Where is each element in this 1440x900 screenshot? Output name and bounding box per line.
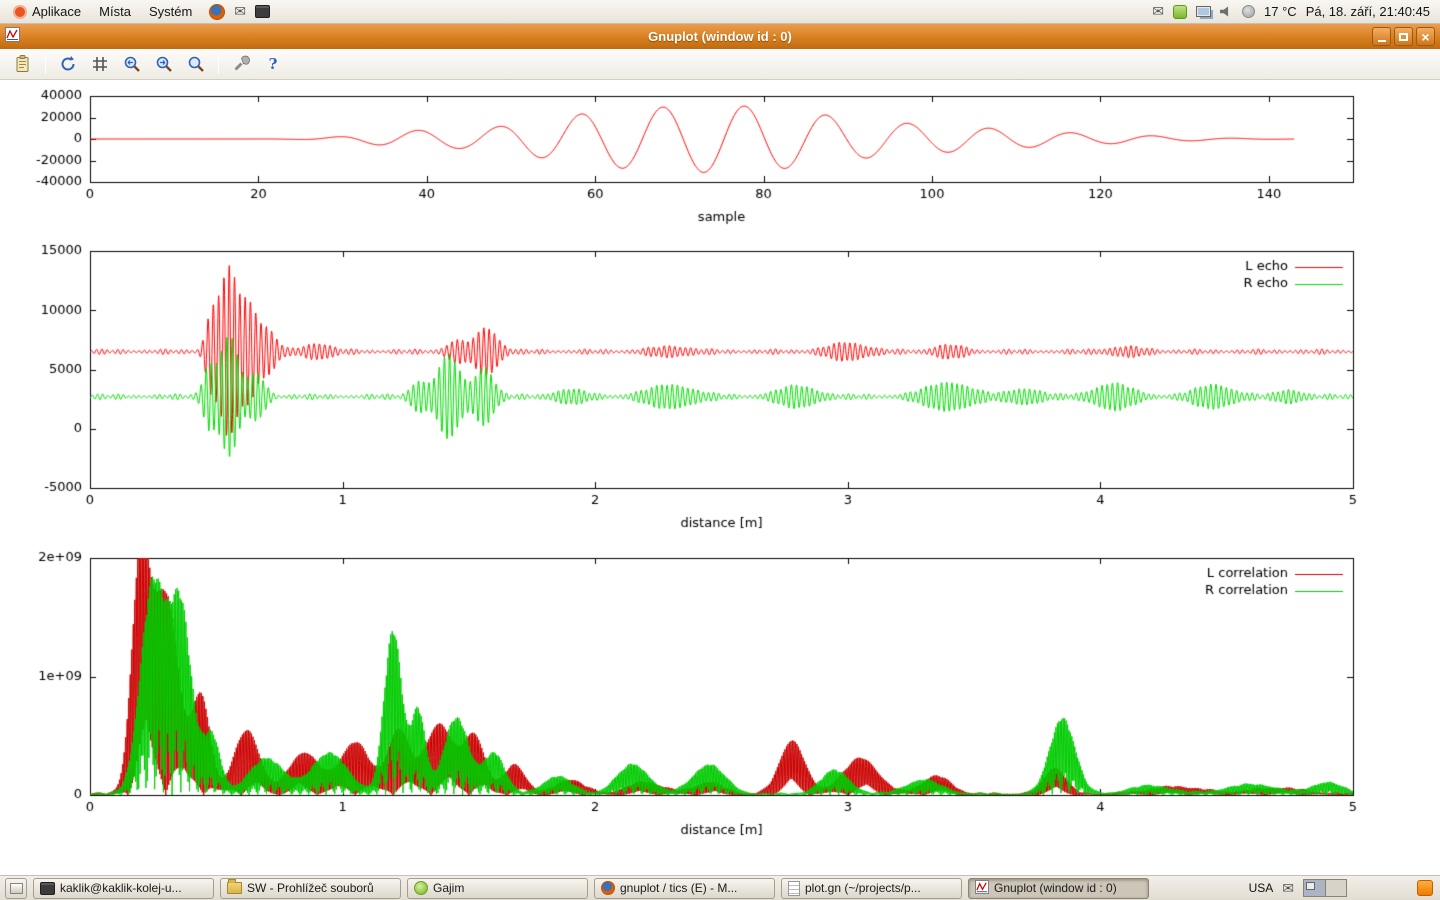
- taskbar-window-terminal[interactable]: kaklik@kaklik-kolej-u...: [33, 878, 214, 899]
- clipboard-icon: [13, 54, 33, 74]
- toolbar-separator: [45, 54, 46, 74]
- menu-applications[interactable]: Aplikace: [4, 0, 90, 23]
- taskbar-window-gajim[interactable]: Gajim: [407, 878, 588, 899]
- temperature-label: 17 °C: [1264, 4, 1297, 19]
- menu-system[interactable]: Systém: [140, 0, 201, 23]
- top-panel: Aplikace Místa Systém 17 °C Pá, 18. září…: [0, 0, 1440, 24]
- autoscale-icon: [186, 54, 206, 74]
- maximize-icon: [1399, 33, 1408, 41]
- show-desktop-button[interactable]: [5, 878, 27, 899]
- configure-button[interactable]: [228, 51, 254, 77]
- menu-applications-label: Aplikace: [32, 4, 81, 19]
- mail-tray-icon[interactable]: [1152, 4, 1164, 19]
- keyboard-layout-indicator[interactable]: USA: [1249, 881, 1274, 895]
- mail-launcher-icon[interactable]: [234, 4, 246, 19]
- zoom-next-icon: [154, 54, 174, 74]
- volume-tray-icon[interactable]: [1220, 6, 1233, 18]
- taskbar: kaklik@kaklik-kolej-u... SW - Prohlížeč …: [0, 875, 1440, 900]
- text-editor-icon: [788, 881, 800, 896]
- close-button[interactable]: ×: [1416, 27, 1435, 46]
- gnuplot-canvas[interactable]: [0, 80, 1440, 875]
- minimize-icon: [1378, 40, 1386, 42]
- firefox-launcher-icon[interactable]: [209, 4, 225, 20]
- updates-tray-icon[interactable]: [1173, 5, 1187, 19]
- panel-launchers: [209, 4, 270, 20]
- firefox-icon: [601, 881, 615, 895]
- help-icon: ?: [263, 54, 283, 74]
- desktop: Aplikace Místa Systém 17 °C Pá, 18. září…: [0, 0, 1440, 900]
- taskbar-window-firefox[interactable]: gnuplot / tics (E) - M...: [594, 878, 775, 899]
- wrench-icon: [231, 54, 251, 74]
- displays-tray-icon[interactable]: [1196, 6, 1211, 17]
- system-tray: 17 °C Pá, 18. září, 21:40:45: [1152, 4, 1436, 19]
- taskbar-right: USA: [1249, 879, 1435, 897]
- terminal-launcher-icon[interactable]: [255, 5, 270, 18]
- menu-system-label: Systém: [149, 4, 192, 19]
- taskbar-window-text-editor[interactable]: plot.gn (~/projects/p...: [781, 878, 962, 899]
- minimize-button[interactable]: [1372, 27, 1391, 46]
- autoscale-button[interactable]: [183, 51, 209, 77]
- toolbar-separator: [218, 54, 219, 74]
- mail-notification-icon[interactable]: [1282, 881, 1294, 896]
- weather-tray-icon[interactable]: [1242, 5, 1255, 18]
- trash-applet-icon[interactable]: [1417, 880, 1433, 896]
- svg-text:?: ?: [269, 55, 278, 73]
- terminal-icon: [40, 882, 55, 895]
- help-button[interactable]: ?: [260, 51, 286, 77]
- taskbar-window-file-manager[interactable]: SW - Prohlížeč souborů: [220, 878, 401, 899]
- clock-label[interactable]: Pá, 18. září, 21:40:45: [1306, 4, 1430, 19]
- zoom-previous-icon: [122, 54, 142, 74]
- menu-places[interactable]: Místa: [90, 0, 140, 23]
- toggle-grid-button[interactable]: [87, 51, 113, 77]
- gnuplot-icon: [975, 880, 989, 897]
- maximize-button[interactable]: [1394, 27, 1413, 46]
- plot-area: [0, 80, 1440, 875]
- show-desktop-icon: [10, 883, 23, 894]
- taskbar-window-gnuplot[interactable]: Gnuplot (window id : 0): [968, 878, 1149, 899]
- grid-icon: [90, 54, 110, 74]
- refresh-icon: [58, 54, 78, 74]
- close-icon: ×: [1421, 30, 1429, 44]
- zoom-previous-button[interactable]: [119, 51, 145, 77]
- workspace-switcher[interactable]: [1303, 879, 1347, 897]
- workspace-2[interactable]: [1325, 880, 1346, 896]
- gnuplot-toolbar: ?: [0, 49, 1440, 80]
- gajim-icon: [414, 881, 428, 895]
- gnuplot-titlebar[interactable]: Gnuplot (window id : 0) ×: [0, 24, 1440, 49]
- window-title: Gnuplot (window id : 0): [0, 29, 1440, 44]
- workspace-1[interactable]: [1304, 880, 1325, 896]
- file-manager-icon: [227, 882, 242, 894]
- copy-to-clipboard-button[interactable]: [10, 51, 36, 77]
- zoom-next-button[interactable]: [151, 51, 177, 77]
- menu-places-label: Místa: [99, 4, 131, 19]
- replot-button[interactable]: [55, 51, 81, 77]
- ubuntu-logo-icon: [13, 5, 27, 19]
